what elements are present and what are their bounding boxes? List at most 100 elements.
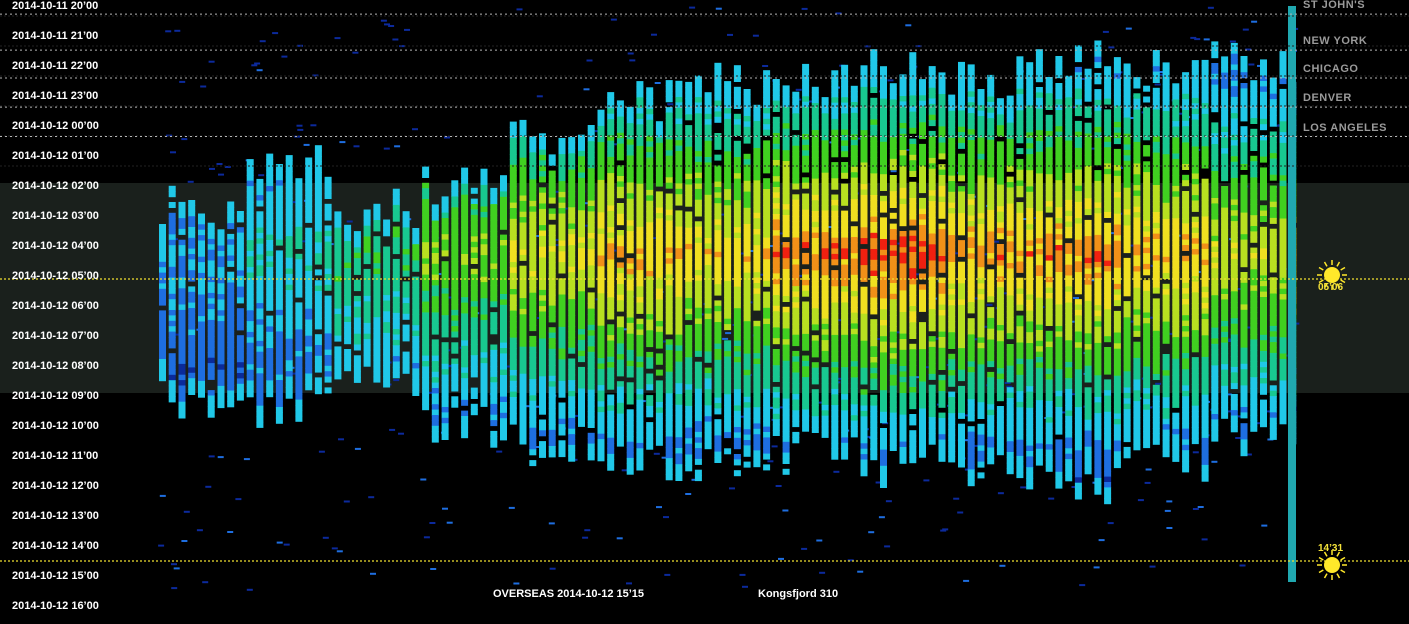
signal-cell xyxy=(636,151,644,158)
signal-cell xyxy=(724,145,732,152)
signal-cell xyxy=(636,86,644,93)
signal-cell xyxy=(743,99,751,106)
signal-cell xyxy=(334,211,342,218)
signal-cell xyxy=(626,430,634,437)
signal-cell xyxy=(236,227,244,234)
signal-cell xyxy=(889,380,897,387)
signal-cell xyxy=(168,369,176,376)
noise-tick xyxy=(752,34,759,37)
signal-cell xyxy=(987,220,995,227)
signal-cell xyxy=(743,267,751,274)
signal-cell xyxy=(334,357,342,364)
signal-cell xyxy=(217,315,225,322)
signal-cell xyxy=(772,311,780,318)
signal-cell xyxy=(860,400,868,407)
signal-cell xyxy=(188,200,196,206)
signal-cell xyxy=(811,367,819,374)
signal-cell xyxy=(490,414,498,421)
signal-cell xyxy=(500,267,507,273)
signal-cell xyxy=(665,398,673,405)
signal-cell xyxy=(763,167,771,174)
signal-cell xyxy=(334,368,342,374)
signal-cell xyxy=(792,377,800,384)
signal-cell xyxy=(733,292,741,298)
signal-cell xyxy=(314,210,322,216)
signal-cell xyxy=(451,396,459,403)
signal-cell xyxy=(275,250,283,257)
signal-cell xyxy=(168,396,176,403)
signal-cell xyxy=(870,189,878,196)
signal-cell xyxy=(831,172,839,179)
signal-cell xyxy=(548,435,556,442)
signal-cell xyxy=(870,346,878,353)
signal-cell xyxy=(850,296,858,303)
signal-cell xyxy=(802,215,810,222)
signal-cell xyxy=(665,355,673,362)
signal-cell xyxy=(275,374,283,381)
signal-cell xyxy=(928,341,936,348)
signal-cell xyxy=(870,76,878,83)
signal-cell xyxy=(763,113,771,120)
signal-cell xyxy=(655,159,663,165)
signal-cell xyxy=(948,418,956,425)
signal-cell xyxy=(821,340,829,347)
signal-cell xyxy=(763,248,771,255)
signal-cell xyxy=(675,367,683,373)
signal-cell xyxy=(694,151,702,158)
signal-cell xyxy=(217,288,225,295)
signal-cell xyxy=(431,388,439,394)
signal-cell xyxy=(295,388,303,395)
signal-cell xyxy=(285,371,293,378)
signal-cell xyxy=(772,349,780,355)
signal-cell xyxy=(568,147,576,154)
signal-cell xyxy=(451,293,459,300)
signal-cell xyxy=(285,198,293,205)
signal-cell xyxy=(909,268,917,275)
signal-cell xyxy=(646,281,654,288)
signal-cell xyxy=(675,421,683,427)
signal-cell xyxy=(909,289,917,296)
signal-cell xyxy=(899,198,907,205)
signal-cell xyxy=(500,380,507,387)
signal-cell xyxy=(236,211,244,217)
signal-cell xyxy=(938,207,946,214)
signal-cell xyxy=(675,107,683,114)
signal-cell xyxy=(246,245,254,252)
signal-cell xyxy=(880,460,887,467)
signal-cell xyxy=(285,203,293,210)
signal-cell xyxy=(217,240,225,247)
signal-cell xyxy=(694,437,702,444)
signal-cell xyxy=(977,137,985,144)
signal-cell xyxy=(519,222,527,229)
signal-cell xyxy=(548,170,556,177)
noise-tick xyxy=(1261,524,1268,527)
signal-cell xyxy=(724,340,732,347)
signal-cell xyxy=(675,183,683,190)
signal-cell xyxy=(246,196,254,203)
signal-cell xyxy=(938,153,946,160)
signal-cell xyxy=(353,339,361,346)
signal-cell xyxy=(870,130,878,137)
signal-cell xyxy=(236,232,244,239)
signal-cell xyxy=(636,356,644,363)
signal-cell xyxy=(870,438,878,444)
signal-cell xyxy=(870,141,878,147)
signal-cell xyxy=(724,232,732,239)
signal-cell xyxy=(275,304,283,311)
signal-cell xyxy=(334,243,342,250)
signal-cell xyxy=(578,150,585,157)
signal-cell xyxy=(802,269,810,276)
signal-cell xyxy=(831,291,839,298)
signal-cell xyxy=(578,172,585,179)
signal-cell xyxy=(295,259,303,266)
signal-cell xyxy=(500,223,507,230)
signal-cell xyxy=(568,336,576,343)
signal-cell xyxy=(909,300,917,307)
signal-cell xyxy=(655,353,663,360)
noise-tick xyxy=(986,303,993,306)
signal-cell xyxy=(227,223,235,230)
signal-cell xyxy=(724,113,732,120)
signal-cell xyxy=(373,365,381,372)
signal-cell xyxy=(958,358,965,365)
signal-cell xyxy=(529,389,537,396)
